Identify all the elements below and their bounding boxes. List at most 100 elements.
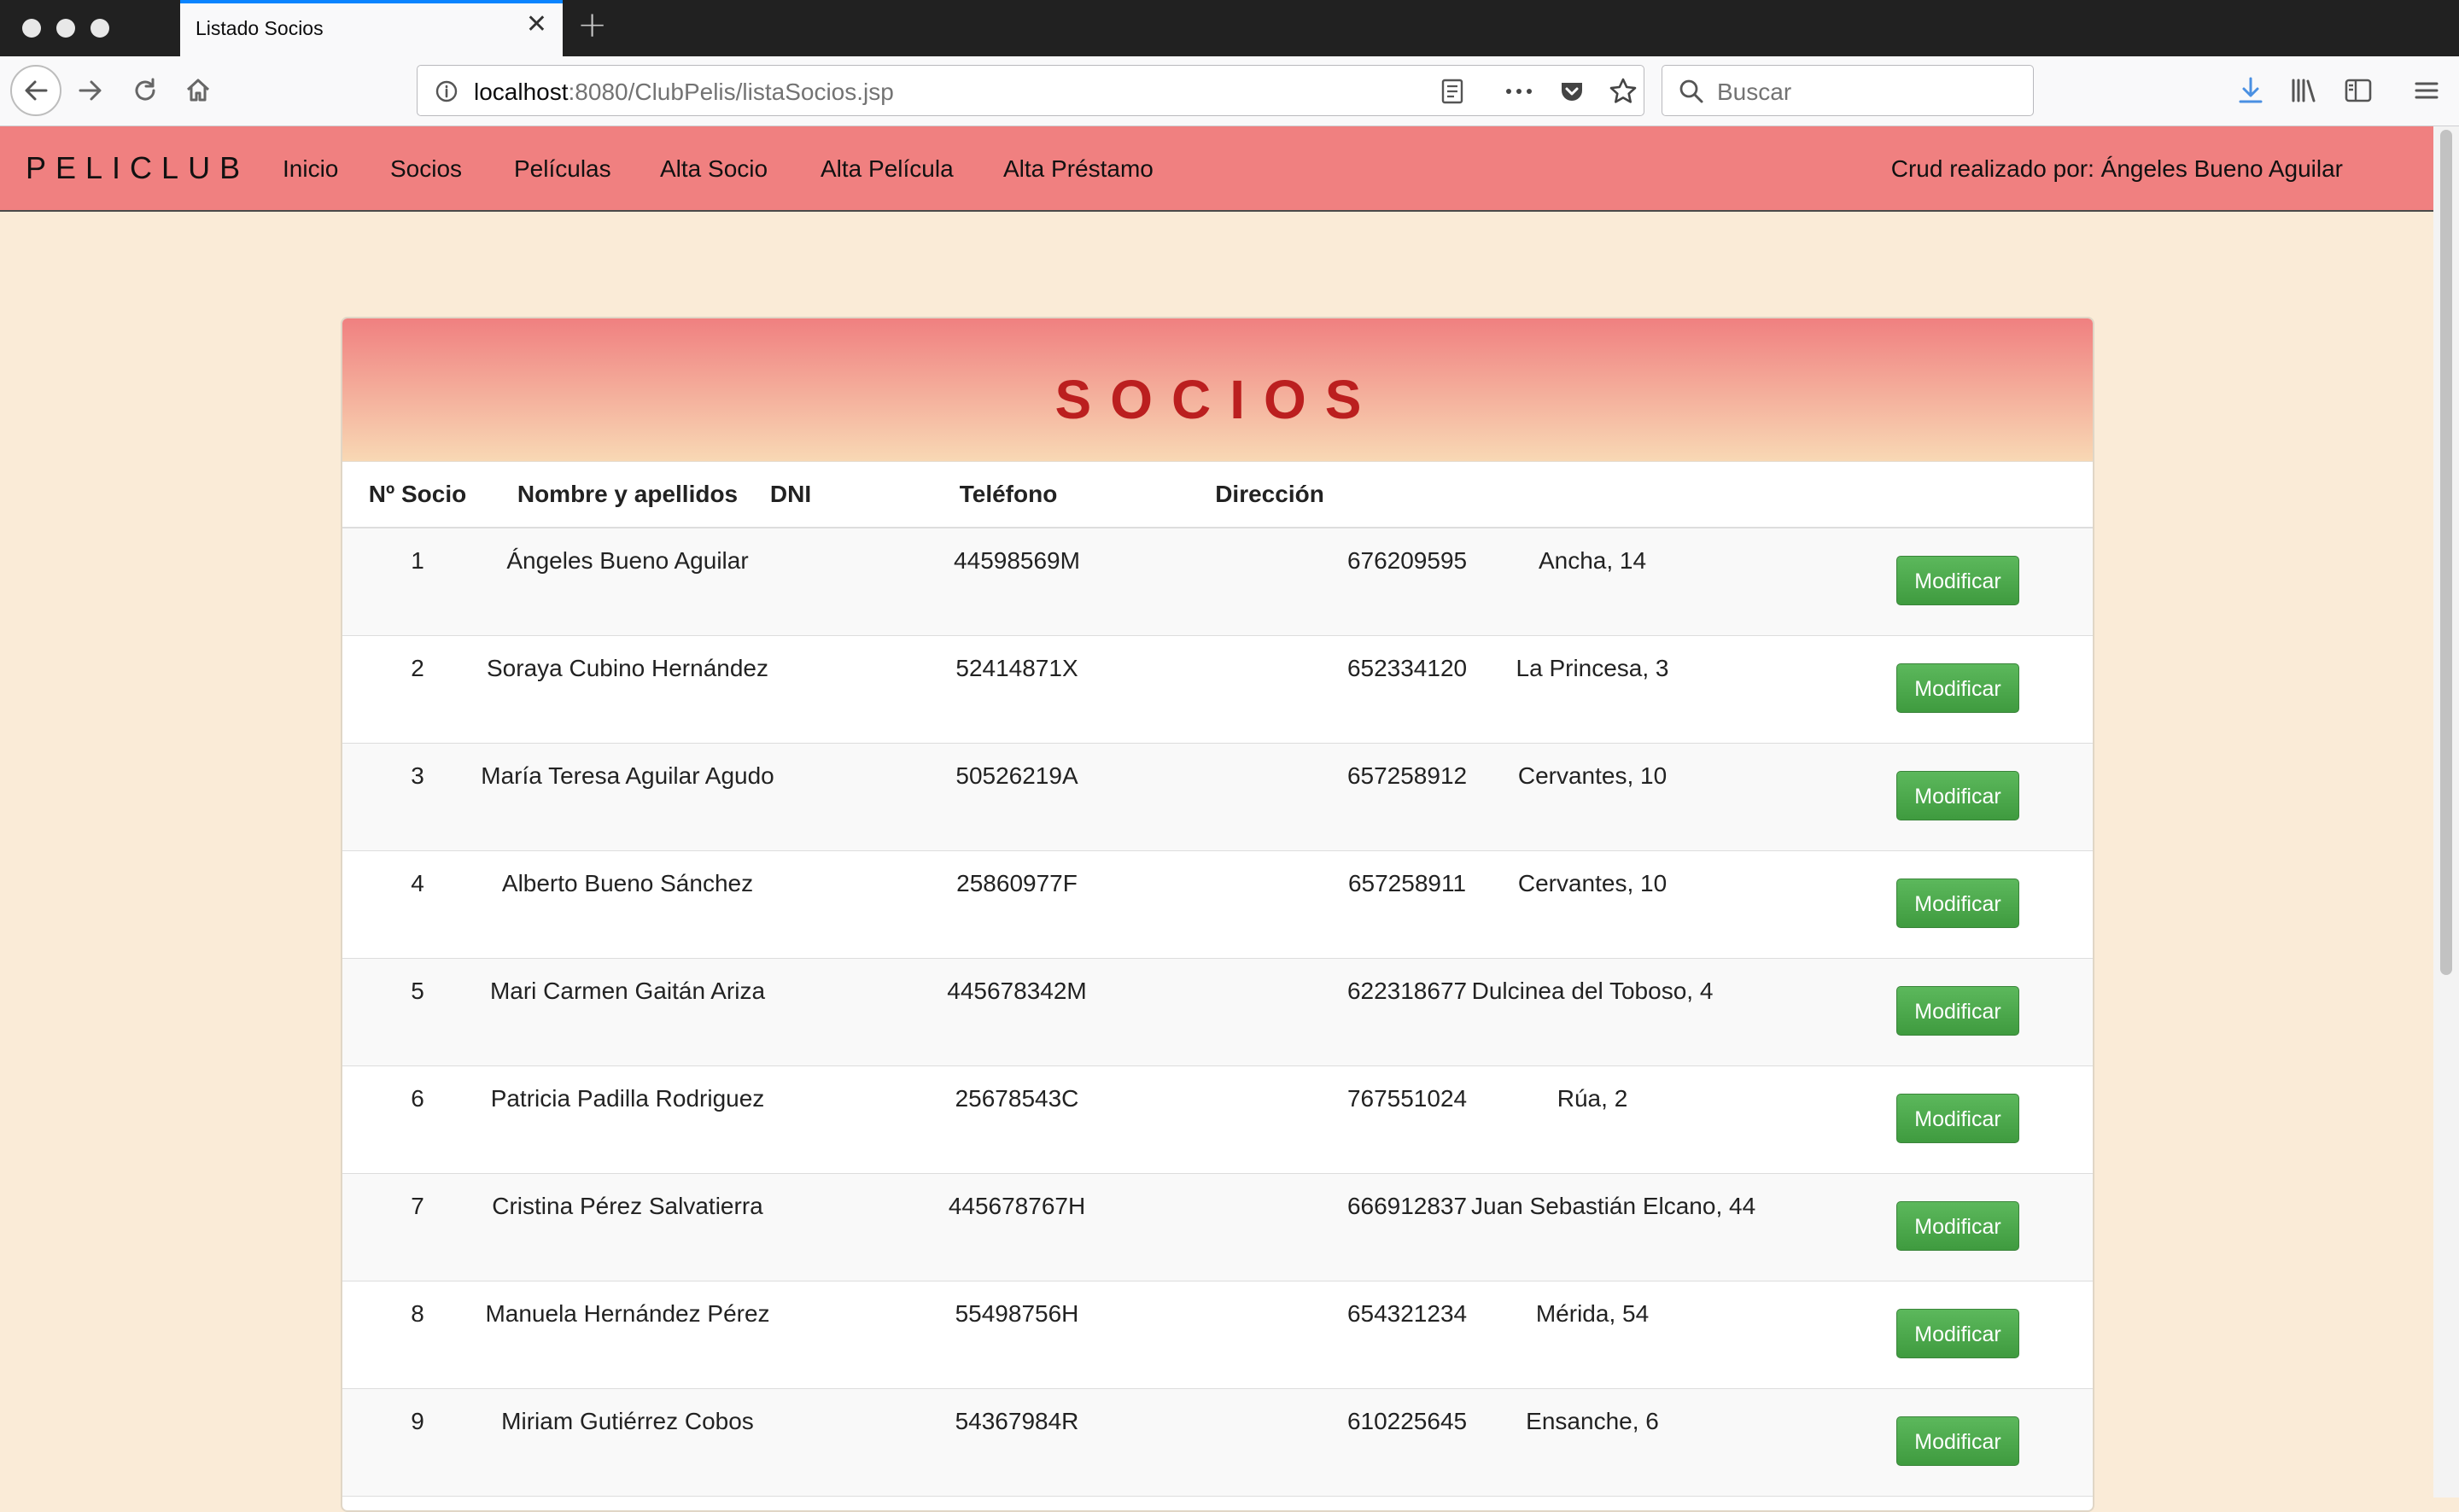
modify-button[interactable]: Modificar: [1896, 1416, 2020, 1466]
cell-name: Cristina Pérez Salvatierra: [492, 1173, 1082, 1281]
url-bar[interactable]: localhost:8080/ClubPelis/listaSocios.jsp: [417, 65, 1644, 116]
home-icon[interactable]: [176, 68, 220, 113]
browser-tab[interactable]: Listado Socios ✕: [180, 0, 563, 56]
cell-num: 1: [342, 528, 493, 636]
nav-peliculas[interactable]: Películas: [514, 155, 611, 183]
cell-phone: 622318677: [1347, 958, 1662, 1066]
modify-button[interactable]: Modificar: [1896, 1200, 2020, 1251]
cell-dni: 25678543C: [955, 1065, 1363, 1174]
library-icon[interactable]: [2288, 75, 2319, 110]
forward-icon[interactable]: [68, 68, 113, 113]
browser-titlebar: Listado Socios ✕ +: [0, 0, 2459, 56]
cell-phone: 666912837: [1347, 1173, 1662, 1281]
reader-view-icon[interactable]: [1439, 78, 1466, 109]
downloads-icon[interactable]: [2235, 75, 2266, 110]
table-body: 1 Ángeles Bueno Aguilar 44598569M 676209595…: [342, 528, 2093, 1497]
header-num: Nº Socio: [342, 462, 493, 528]
new-tab-icon[interactable]: +: [577, 7, 607, 43]
cell-dni: 50526219A: [955, 743, 1363, 851]
table-row: 8 Manuela Hernández Pérez 55498756H 6543212…: [342, 1281, 2093, 1389]
panel-header: SOCIOS: [342, 318, 2093, 462]
search-input[interactable]: Buscar: [1662, 65, 2034, 116]
window-zoom-dot[interactable]: [91, 19, 109, 38]
cell-name: Miriam Gutiérrez Cobos: [493, 1388, 1082, 1497]
cell-address: Mérida, 54: [1536, 1281, 1906, 1389]
modify-button[interactable]: Modificar: [1896, 1308, 2020, 1358]
nav-alta-socio[interactable]: Alta Socio: [660, 155, 768, 183]
socios-panel: SOCIOS Nº Socio Nombre y apellidos DNI T…: [341, 317, 2094, 1512]
cell-phone: 657258912: [1347, 743, 1662, 851]
cell-name: Patricia Padilla Rodriguez: [491, 1065, 1082, 1174]
cell-name: Alberto Bueno Sánchez: [493, 850, 1082, 959]
cell-name: Manuela Hernández Pérez: [485, 1281, 1082, 1389]
cell-address: La Princesa, 3: [1516, 635, 1906, 744]
tab-close-icon[interactable]: ✕: [526, 12, 547, 38]
cell-phone: 676209595: [1347, 528, 1662, 636]
cell-num: 4: [342, 850, 493, 959]
table-row: 9 Miriam Gutiérrez Cobos 54367984R 61022564…: [342, 1388, 2093, 1497]
info-icon[interactable]: [435, 79, 459, 108]
author-credit: Crud realizado por: Ángeles Bueno Aguila…: [1890, 155, 2343, 182]
table-header-row: Nº Socio Nombre y apellidos DNI Teléfono…: [342, 462, 2093, 528]
sidebar-icon[interactable]: [2343, 75, 2374, 110]
bookmark-star-icon[interactable]: [1608, 76, 1638, 111]
cell-dni: 445678767H: [949, 1173, 1363, 1281]
cell-name: Ángeles Bueno Aguilar: [493, 528, 1082, 636]
cell-dni: 52414871X: [955, 635, 1363, 744]
table-row: 7 Cristina Pérez Salvatierra 445678767H 666…: [342, 1173, 2093, 1281]
cell-name: Soraya Cubino Hernández: [487, 635, 1082, 744]
scrollbar-thumb[interactable]: [2440, 130, 2452, 975]
search-icon: [1678, 78, 1705, 109]
cell-num: 9: [342, 1388, 493, 1497]
modify-button[interactable]: Modificar: [1896, 770, 2020, 820]
header-address: Dirección: [1215, 462, 1662, 528]
window-minimize-dot[interactable]: [56, 19, 75, 38]
table-row: 3 María Teresa Aguilar Agudo 50526219A 6572…: [342, 743, 2093, 851]
page-scrollbar[interactable]: [2433, 126, 2459, 1497]
cell-address: Ensanche, 6: [1526, 1388, 1906, 1497]
panel-title: SOCIOS: [1054, 369, 1381, 430]
app-navbar: PELICLUB Inicio Socios Películas Alta So…: [0, 126, 2433, 212]
table-row: 1 Ángeles Bueno Aguilar 44598569M 676209595…: [342, 528, 2093, 636]
cell-phone: 657258911: [1348, 850, 1662, 959]
modify-button[interactable]: Modificar: [1896, 878, 2020, 928]
nav-inicio[interactable]: Inicio: [283, 155, 338, 183]
cell-address: Rúa, 2: [1557, 1065, 1906, 1174]
table-row: 4 Alberto Bueno Sánchez 25860977F 657258911…: [342, 850, 2093, 959]
url-text: localhost:8080/ClubPelis/listaSocios.jsp: [474, 79, 894, 105]
cell-dni: 54367984R: [955, 1388, 1363, 1497]
nav-alta-prestamo[interactable]: Alta Préstamo: [1003, 155, 1154, 183]
cell-name: María Teresa Aguilar Agudo: [481, 743, 1082, 851]
nav-socios[interactable]: Socios: [390, 155, 462, 183]
nav-alta-pelicula[interactable]: Alta Película: [821, 155, 954, 183]
cell-address: Cervantes, 10: [1518, 743, 1906, 851]
tab-title: Listado Socios: [196, 17, 324, 39]
modify-button[interactable]: Modificar: [1896, 985, 2020, 1036]
brand-logo[interactable]: PELICLUB: [26, 150, 249, 186]
cell-name: Mari Carmen Gaitán Ariza: [490, 958, 1082, 1066]
cell-num: 2: [342, 635, 493, 744]
table-row: 6 Patricia Padilla Rodriguez 25678543C 7675…: [342, 1065, 2093, 1174]
reload-icon[interactable]: [123, 68, 167, 113]
menu-icon[interactable]: [2411, 75, 2442, 110]
search-placeholder: Buscar: [1717, 79, 1792, 105]
cell-dni: 445678342M: [947, 958, 1363, 1066]
table-row: 5 Mari Carmen Gaitán Ariza 445678342M 62231…: [342, 958, 2093, 1066]
modify-button[interactable]: Modificar: [1896, 1093, 2020, 1143]
page-actions-icon[interactable]: [1504, 78, 1534, 109]
cell-phone: 610225645: [1347, 1388, 1662, 1497]
cell-num: 3: [342, 743, 493, 851]
back-icon[interactable]: [10, 65, 61, 116]
cell-phone: 652334120: [1347, 635, 1662, 744]
cell-address: Dulcinea del Toboso, 4: [1472, 958, 1906, 1066]
browser-toolbar: localhost:8080/ClubPelis/listaSocios.jsp…: [0, 56, 2459, 126]
modify-button[interactable]: Modificar: [1896, 556, 2020, 605]
cell-dni: 25860977F: [956, 850, 1363, 959]
cell-num: 5: [342, 958, 493, 1066]
cell-dni: 55498756H: [955, 1281, 1363, 1389]
cell-num: 8: [342, 1281, 493, 1389]
modify-button[interactable]: Modificar: [1896, 663, 2020, 713]
window-close-dot[interactable]: [22, 19, 41, 38]
pocket-icon[interactable]: [1558, 78, 1586, 109]
table-row: 2 Soraya Cubino Hernández 52414871X 6523341…: [342, 635, 2093, 744]
